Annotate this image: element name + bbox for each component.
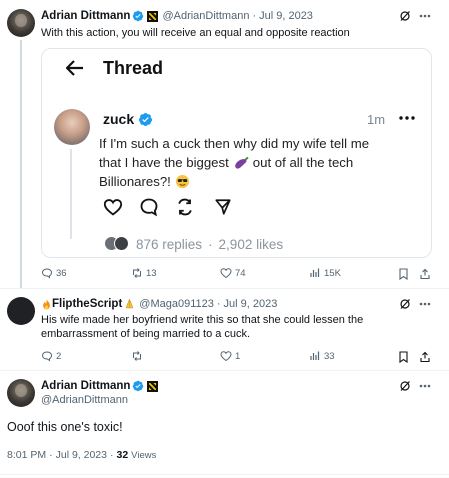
embedded-replies-count: 876 replies <box>136 236 203 252</box>
embedded-line-1: If I'm such a cuck then why did my wife … <box>99 136 370 151</box>
embedded-stats: 876 replies · 2,902 likes <box>104 236 283 252</box>
zuck-avatar <box>54 109 90 145</box>
author-name[interactable]: Adrian Dittmann <box>41 10 130 22</box>
embedded-stats-separator: · <box>208 236 213 252</box>
tweet-date[interactable]: Jul 9, 2023 <box>259 10 313 22</box>
divider <box>0 288 449 289</box>
reply-icon <box>41 268 53 279</box>
views-label: Views <box>131 449 157 461</box>
embedded-more-icon <box>397 111 417 125</box>
reply-button[interactable]: 36 <box>41 267 67 279</box>
repost-button[interactable]: 13 <box>131 267 157 279</box>
heart-icon <box>220 268 232 279</box>
divider <box>0 370 449 371</box>
dot-separator: · <box>216 298 221 310</box>
views-count: 33 <box>324 350 335 362</box>
reply-button[interactable]: 2 <box>41 350 61 362</box>
tweet-text: Ooof this one's toxic! <box>7 420 123 434</box>
views-count: 15K <box>324 267 341 279</box>
more-options-icon[interactable] <box>418 297 432 311</box>
heart-icon <box>220 351 232 362</box>
reply-count: 36 <box>56 267 67 279</box>
tweet-date[interactable]: Jul 9, 2023 <box>56 449 107 461</box>
tweet-timestamp: 8:01 PM · Jul 9, 2023 · 32 Views <box>7 449 156 461</box>
like-count: 1 <box>235 350 241 362</box>
embedded-text: If I'm such a cuck then why did my wife … <box>99 134 419 191</box>
embedded-screenshot[interactable]: Thread zuck 1m If I'm such a cuck then w… <box>41 48 432 258</box>
tweet-text: With this action, you will receive an eq… <box>41 27 350 39</box>
divider <box>0 474 449 475</box>
like-button[interactable]: 74 <box>220 267 246 279</box>
avatar[interactable] <box>7 297 35 325</box>
tweet-text-line-1: His wife made her boyfriend write this s… <box>41 314 364 326</box>
like-button[interactable]: 1 <box>220 350 240 362</box>
praying-hands-emoji-icon <box>126 299 134 309</box>
dot-separator: · <box>49 449 53 461</box>
author-handle[interactable]: @AdrianDittmann <box>41 394 128 406</box>
author-name[interactable]: FliptheScript <box>52 298 122 310</box>
repost-icon <box>133 351 141 361</box>
author-handle[interactable]: @AdrianDittmann <box>162 10 249 22</box>
tweet-header: Adrian Dittmann @AdrianDittmann · Jul 9,… <box>41 9 313 23</box>
avatar[interactable] <box>7 9 35 37</box>
fire-emoji-icon <box>43 298 50 310</box>
grok-icon[interactable] <box>398 379 412 393</box>
more-options-icon[interactable] <box>418 379 432 393</box>
embedded-comment-icon <box>138 196 160 218</box>
grok-icon[interactable] <box>398 9 412 23</box>
embedded-author-name: zuck <box>103 111 153 127</box>
embedded-send-icon <box>212 196 234 218</box>
embedded-line-2a: that I have the biggest <box>99 155 229 170</box>
embedded-repost-icon <box>174 196 196 218</box>
dot-separator: · <box>252 10 257 22</box>
author-handle[interactable]: @Maga091123 <box>139 298 214 310</box>
views-button[interactable]: 15K <box>309 267 341 279</box>
share-button[interactable] <box>418 350 432 364</box>
verified-badge-icon <box>133 380 144 392</box>
embedded-time: 1m <box>367 112 386 127</box>
thread-title: Thread <box>103 58 164 78</box>
grok-icon[interactable] <box>398 297 412 311</box>
repost-icon <box>133 268 141 278</box>
embedded-line-3: Billionares?! <box>99 172 419 191</box>
affiliate-badge-icon <box>147 380 159 392</box>
embedded-verified-icon <box>139 112 153 126</box>
share-button[interactable] <box>418 267 432 281</box>
avatar[interactable] <box>7 379 35 407</box>
embedded-line-2b: out of all the tech <box>252 155 354 170</box>
analytics-icon <box>310 268 320 277</box>
bookmark-button[interactable] <box>396 267 410 281</box>
bookmark-button[interactable] <box>396 350 410 364</box>
author-name[interactable]: Adrian Dittmann <box>41 380 130 392</box>
more-options-icon[interactable] <box>418 9 432 23</box>
tweet-text: His wife made her boyfriend write this s… <box>41 313 363 341</box>
tweet-text-line-2: embarrassment of being married to a cuck… <box>41 328 251 340</box>
sunglasses-emoji-icon <box>175 174 189 189</box>
like-count: 74 <box>235 267 246 279</box>
back-arrow-icon <box>64 57 86 79</box>
tweet-header: FliptheScript @Maga091123 · Jul 9, 2023 <box>41 297 277 311</box>
embedded-heart-icon <box>102 196 124 218</box>
embedded-thread-connector <box>70 149 72 239</box>
views-button[interactable]: 33 <box>309 350 335 362</box>
tweet-header: Adrian Dittmann <box>41 379 159 393</box>
eggplant-emoji-icon <box>234 156 249 169</box>
embedded-line-2: that I have the biggest out of all the t… <box>99 153 419 172</box>
embedded-likes-count: 2,902 likes <box>218 236 284 252</box>
verified-badge-icon <box>133 10 144 22</box>
affiliate-badge-icon <box>147 10 159 22</box>
thread-connector <box>20 40 22 288</box>
embedded-author-label: zuck <box>103 111 135 127</box>
reply-count: 2 <box>56 350 62 362</box>
dot-separator: · <box>109 449 114 461</box>
repost-button[interactable] <box>131 350 146 362</box>
tweet-date[interactable]: Jul 9, 2023 <box>224 298 278 310</box>
reply-icon <box>41 351 53 362</box>
embedded-reply-avatars <box>104 236 130 252</box>
views-count: 32 <box>116 449 129 461</box>
tweet-time[interactable]: 8:01 PM <box>7 449 46 461</box>
embedded-line-3-text: Billionares?! <box>99 174 171 189</box>
analytics-icon <box>310 351 320 360</box>
repost-count: 13 <box>146 267 157 279</box>
